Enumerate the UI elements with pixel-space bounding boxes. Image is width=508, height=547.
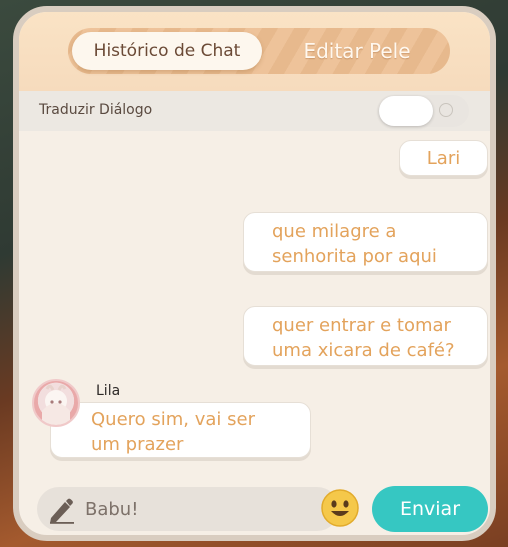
message-line: um prazer	[91, 434, 184, 455]
message-line: uma xicara de café?	[272, 340, 455, 361]
toggle-off-indicator	[439, 103, 453, 117]
panel-header: Histórico de Chat Editar Pele	[19, 12, 490, 91]
translate-label: Traduzir Diálogo	[39, 102, 153, 118]
player-name: Lari	[426, 147, 461, 169]
message-line: quer entrar e tomar	[272, 315, 451, 336]
smiley-emoji-icon[interactable]	[320, 488, 360, 528]
translate-row: Traduzir Diálogo	[19, 91, 490, 131]
incoming-message: Quero sim, vai ser um prazer	[50, 402, 311, 458]
message-line: senhorita por aqui	[272, 246, 437, 267]
tab-edit-skin[interactable]: Editar Pele	[268, 32, 446, 70]
toggle-knob	[379, 96, 433, 126]
character-avatar[interactable]	[32, 379, 80, 427]
message-input[interactable]: Babu!	[37, 487, 339, 531]
pencil-icon	[50, 498, 74, 524]
send-button[interactable]: Enviar	[372, 486, 488, 532]
tab-chat-history[interactable]: Histórico de Chat	[72, 32, 262, 70]
message-line: Quero sim, vai ser	[91, 409, 256, 430]
chat-panel: Histórico de Chat Editar Pele Traduzir D…	[13, 6, 496, 541]
outgoing-message: quer entrar e tomar uma xicara de café?	[243, 306, 488, 366]
tab-bar: Histórico de Chat Editar Pele	[68, 28, 450, 74]
translate-toggle[interactable]	[377, 95, 469, 127]
outgoing-message: que milagre a senhorita por aqui	[243, 212, 488, 272]
player-name-bubble: Lari	[399, 140, 488, 176]
speaker-name: Lila	[96, 383, 121, 399]
message-input-text: Babu!	[85, 499, 139, 520]
message-line: que milagre a	[272, 221, 397, 242]
